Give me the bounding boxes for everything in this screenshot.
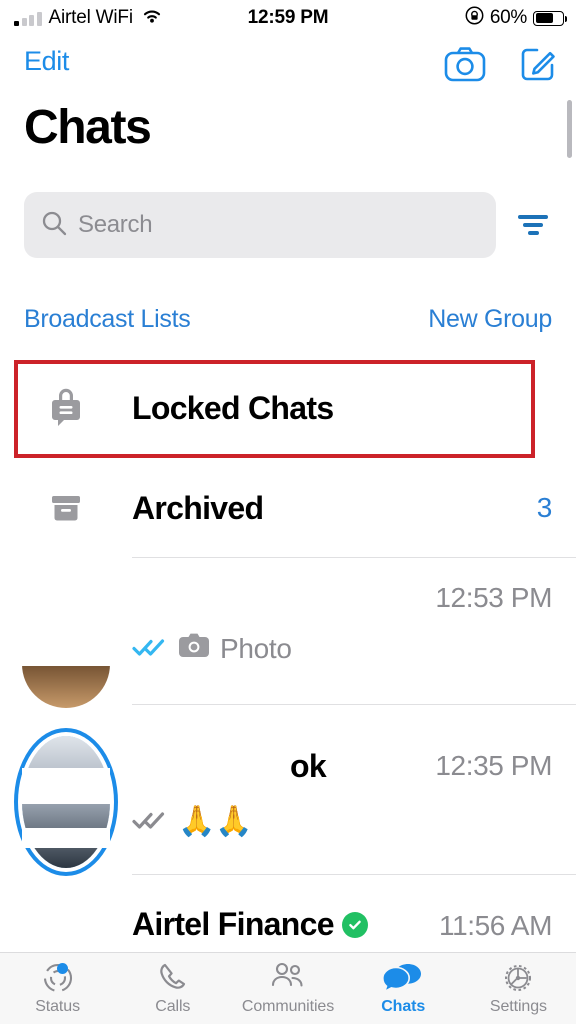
tab-chats[interactable]: Chats (346, 953, 461, 1024)
chat-bubbles-icon (382, 961, 424, 995)
archived-count: 3 (536, 492, 553, 523)
camera-icon (178, 632, 210, 665)
chat-timestamp: 11:56 AM (438, 910, 552, 941)
row-divider (132, 874, 576, 875)
vertical-scrollbar[interactable] (567, 100, 572, 158)
camera-icon[interactable] (444, 45, 486, 83)
chat-name-row: Airtel Finance (132, 906, 368, 943)
chat-timestamp: 12:53 PM (435, 582, 552, 613)
lock-chat-icon (0, 358, 132, 458)
chat-preview-text: Photo (220, 632, 292, 664)
tab-status-label: Status (35, 998, 80, 1015)
sidebar-item-locked-chats[interactable]: Locked Chats (0, 358, 576, 458)
battery-percent-label: 60% (489, 7, 527, 28)
archive-box-icon (0, 458, 132, 558)
status-rings-icon (40, 961, 76, 995)
whatsapp-chats-screen: Airtel WiFi 12:59 PM 60% Edit Chats Sear… (0, 0, 576, 1024)
tab-status[interactable]: Status (0, 953, 115, 1024)
tab-chats-label: Chats (381, 998, 426, 1015)
list-item[interactable]: 12:35 PM ok 🙏🙏 (0, 708, 576, 878)
rotation-lock-icon (465, 6, 484, 30)
tab-communities[interactable]: Communities (230, 953, 345, 1024)
avatar[interactable] (22, 620, 110, 708)
page-title: Chats (24, 101, 152, 154)
phone-icon (156, 961, 190, 995)
archived-body: Archived 3 (132, 458, 576, 558)
nav-actions (444, 44, 558, 84)
battery-icon (533, 10, 568, 26)
status-bar: Airtel WiFi 12:59 PM 60% (0, 0, 576, 36)
search-row: Search (0, 192, 576, 258)
chat-list: Locked Chats Archived 3 12:53 PM Photo 1… (0, 358, 576, 958)
sidebar-item-archived[interactable]: Archived 3 (0, 458, 576, 558)
chat-preview: Photo (132, 632, 292, 665)
chat-timestamp: 12:35 PM (435, 750, 552, 781)
filter-icon[interactable] (516, 212, 550, 238)
chat-name: ok (290, 748, 327, 784)
broadcast-lists-button[interactable]: Broadcast Lists (24, 305, 191, 334)
tab-calls-label: Calls (155, 998, 191, 1015)
communities-icon (268, 961, 308, 995)
search-placeholder: Search (78, 211, 153, 238)
chat-name: Airtel Finance (132, 906, 335, 942)
tab-calls[interactable]: Calls (115, 953, 230, 1024)
chat-preview: 🙏🙏 (132, 804, 252, 839)
double-check-delivered-icon (132, 806, 168, 838)
new-group-button[interactable]: New Group (428, 305, 552, 334)
verified-badge-icon (341, 911, 368, 938)
locked-chats-label: Locked Chats (132, 389, 334, 426)
list-item[interactable]: 12:53 PM Photo (0, 558, 576, 708)
navigation-bar: Edit (0, 40, 576, 90)
tab-bar: Status Calls Communities Chats Settings (0, 952, 576, 1024)
chat-preview-text: 🙏🙏 (178, 805, 253, 838)
chat-action-links: Broadcast Lists New Group (0, 305, 576, 345)
tab-settings[interactable]: Settings (461, 953, 576, 1024)
edit-button[interactable]: Edit (24, 46, 69, 77)
list-item[interactable]: 11:56 AM Airtel Finance (0, 878, 576, 958)
search-input[interactable]: Search (24, 192, 496, 258)
status-bar-right: 60% (465, 6, 568, 30)
double-check-read-icon (132, 633, 168, 665)
search-icon (40, 209, 68, 242)
archived-label: Archived (132, 489, 264, 526)
compose-icon[interactable] (518, 44, 558, 84)
tab-communities-label: Communities (241, 998, 335, 1015)
locked-chats-body: Locked Chats (132, 358, 576, 458)
tab-settings-label: Settings (489, 998, 547, 1015)
status-badge-dot (56, 963, 68, 974)
avatar[interactable] (22, 736, 110, 868)
row-divider (132, 704, 576, 705)
gear-icon (500, 961, 536, 995)
